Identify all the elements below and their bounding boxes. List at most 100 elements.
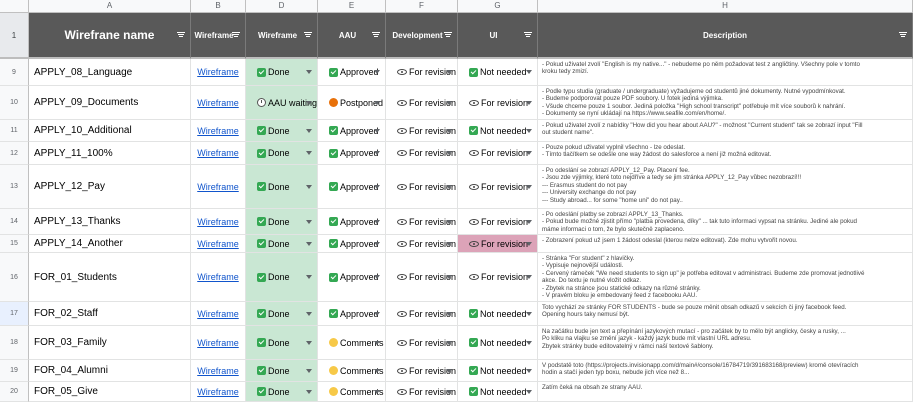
- description-cell[interactable]: Toto vychází ze stránky FOR STUDENTS - b…: [538, 302, 913, 326]
- ui-status-dropdown[interactable]: Not needed: [458, 302, 538, 326]
- row-number[interactable]: 10: [0, 86, 29, 120]
- chevron-down-icon[interactable]: [526, 128, 532, 133]
- chevron-down-icon[interactable]: [374, 151, 380, 155]
- chevron-down-icon[interactable]: [526, 311, 532, 316]
- chevron-down-icon[interactable]: [374, 389, 380, 394]
- column-letter-e[interactable]: E: [318, 0, 386, 13]
- column-letter-h[interactable]: H: [538, 0, 913, 13]
- chevron-down-icon[interactable]: [306, 275, 312, 279]
- chevron-down-icon[interactable]: [306, 151, 312, 155]
- ui-status-dropdown[interactable]: Not needed: [458, 360, 538, 382]
- aau-status-dropdown[interactable]: Comments: [318, 382, 386, 402]
- dev-status-dropdown[interactable]: For revision: [386, 253, 458, 302]
- select-all-corner[interactable]: [0, 0, 29, 13]
- aau-status-dropdown[interactable]: Approved: [318, 209, 386, 235]
- chevron-down-icon[interactable]: [374, 184, 380, 189]
- description-cell[interactable]: - Stránka "For student" z hlavičky. - Vyp…: [538, 253, 913, 302]
- aau-status-dropdown[interactable]: Approved: [318, 235, 386, 253]
- description-cell[interactable]: - Pouze pokud uživatel vyplnil všechno -…: [538, 142, 913, 165]
- dev-status-dropdown[interactable]: For revision: [386, 235, 458, 253]
- chevron-down-icon[interactable]: [306, 184, 312, 189]
- chevron-down-icon[interactable]: [446, 128, 452, 133]
- wf-status-dropdown[interactable]: Done: [246, 253, 318, 302]
- wireframe-name-cell[interactable]: APPLY_09_Documents: [29, 86, 191, 120]
- chevron-down-icon[interactable]: [446, 389, 452, 394]
- chevron-down-icon[interactable]: [446, 275, 452, 279]
- wireframe-link[interactable]: Wireframe: [191, 142, 246, 165]
- chevron-down-icon[interactable]: [374, 368, 380, 373]
- chevron-down-icon[interactable]: [526, 184, 532, 189]
- wf-status-dropdown[interactable]: Done: [246, 142, 318, 165]
- chevron-down-icon[interactable]: [446, 219, 452, 224]
- wf-status-dropdown[interactable]: Done: [246, 59, 318, 86]
- column-letter-b[interactable]: B: [191, 0, 246, 13]
- chevron-down-icon[interactable]: [526, 241, 532, 246]
- chevron-down-icon[interactable]: [526, 219, 532, 224]
- header-cell[interactable]: AAU: [318, 13, 386, 59]
- wireframe-name-cell[interactable]: FOR_01_Students: [29, 253, 191, 302]
- row-number[interactable]: 14: [0, 209, 29, 235]
- description-cell[interactable]: - Po odeslání se zobrazí APPLY_12_Pay. P…: [538, 165, 913, 209]
- filter-icon[interactable]: [372, 31, 380, 39]
- chevron-down-icon[interactable]: [306, 241, 312, 246]
- dev-status-dropdown[interactable]: For revision: [386, 302, 458, 326]
- chevron-down-icon[interactable]: [306, 389, 312, 394]
- row-number[interactable]: 9: [0, 59, 29, 86]
- dev-status-dropdown[interactable]: For revision: [386, 209, 458, 235]
- description-cell[interactable]: - Po odeslání platby se zobrazí APPLY_13…: [538, 209, 913, 235]
- column-letter-a[interactable]: A: [29, 0, 191, 13]
- wireframe-link[interactable]: Wireframe: [191, 360, 246, 382]
- chevron-down-icon[interactable]: [446, 151, 452, 155]
- aau-status-dropdown[interactable]: Approved: [318, 165, 386, 209]
- dev-status-dropdown[interactable]: For revision: [386, 326, 458, 360]
- wireframe-name-cell[interactable]: APPLY_11_100%: [29, 142, 191, 165]
- wf-status-dropdown[interactable]: Done: [246, 209, 318, 235]
- header-cell[interactable]: UI: [458, 13, 538, 59]
- ui-status-dropdown[interactable]: Not needed: [458, 59, 538, 86]
- wireframe-name-cell[interactable]: APPLY_13_Thanks: [29, 209, 191, 235]
- description-cell[interactable]: - Pokud uživatel zvolí "English is my na…: [538, 59, 913, 86]
- wf-status-dropdown[interactable]: Done: [246, 165, 318, 209]
- aau-status-dropdown[interactable]: Approved: [318, 142, 386, 165]
- wireframe-link[interactable]: Wireframe: [191, 235, 246, 253]
- ui-status-dropdown[interactable]: Not needed: [458, 120, 538, 142]
- dev-status-dropdown[interactable]: For revision: [386, 86, 458, 120]
- chevron-down-icon[interactable]: [446, 311, 452, 316]
- filter-icon[interactable]: [304, 31, 312, 39]
- dev-status-dropdown[interactable]: For revision: [386, 59, 458, 86]
- chevron-down-icon[interactable]: [526, 70, 532, 74]
- filter-icon[interactable]: [524, 31, 532, 39]
- wireframe-link[interactable]: Wireframe: [191, 59, 246, 86]
- chevron-down-icon[interactable]: [374, 311, 380, 316]
- wireframe-link[interactable]: Wireframe: [191, 302, 246, 326]
- description-cell[interactable]: - Zobrazení pokud už jsem 1 žádost odesl…: [538, 235, 913, 253]
- chevron-down-icon[interactable]: [306, 70, 312, 74]
- chevron-down-icon[interactable]: [446, 70, 452, 74]
- row-number[interactable]: 11: [0, 120, 29, 142]
- header-cell[interactable]: Description: [538, 13, 913, 59]
- description-cell[interactable]: V podstatě toto (https://projects.invisi…: [538, 360, 913, 382]
- wf-status-dropdown[interactable]: Done: [246, 235, 318, 253]
- chevron-down-icon[interactable]: [306, 368, 312, 373]
- row-number[interactable]: 20: [0, 382, 29, 402]
- column-letter-f[interactable]: F: [386, 0, 458, 13]
- chevron-down-icon[interactable]: [446, 368, 452, 373]
- row-number[interactable]: 17: [0, 302, 29, 326]
- chevron-down-icon[interactable]: [374, 241, 380, 246]
- ui-status-dropdown[interactable]: For revision: [458, 142, 538, 165]
- chevron-down-icon[interactable]: [446, 340, 452, 345]
- filter-icon[interactable]: [899, 31, 907, 39]
- wireframe-name-cell[interactable]: FOR_02_Staff: [29, 302, 191, 326]
- header-cell[interactable]: Development: [386, 13, 458, 59]
- dev-status-dropdown[interactable]: For revision: [386, 120, 458, 142]
- chevron-down-icon[interactable]: [446, 241, 452, 246]
- wf-status-dropdown[interactable]: Done: [246, 382, 318, 402]
- wireframe-name-cell[interactable]: FOR_03_Family: [29, 326, 191, 360]
- chevron-down-icon[interactable]: [526, 151, 532, 155]
- ui-status-dropdown[interactable]: For revision: [458, 209, 538, 235]
- header-cell[interactable]: Wireframe: [191, 13, 246, 59]
- aau-status-dropdown[interactable]: Approved: [318, 302, 386, 326]
- wireframe-name-cell[interactable]: APPLY_10_Additional: [29, 120, 191, 142]
- aau-status-dropdown[interactable]: Comments: [318, 360, 386, 382]
- wf-status-dropdown[interactable]: Done: [246, 120, 318, 142]
